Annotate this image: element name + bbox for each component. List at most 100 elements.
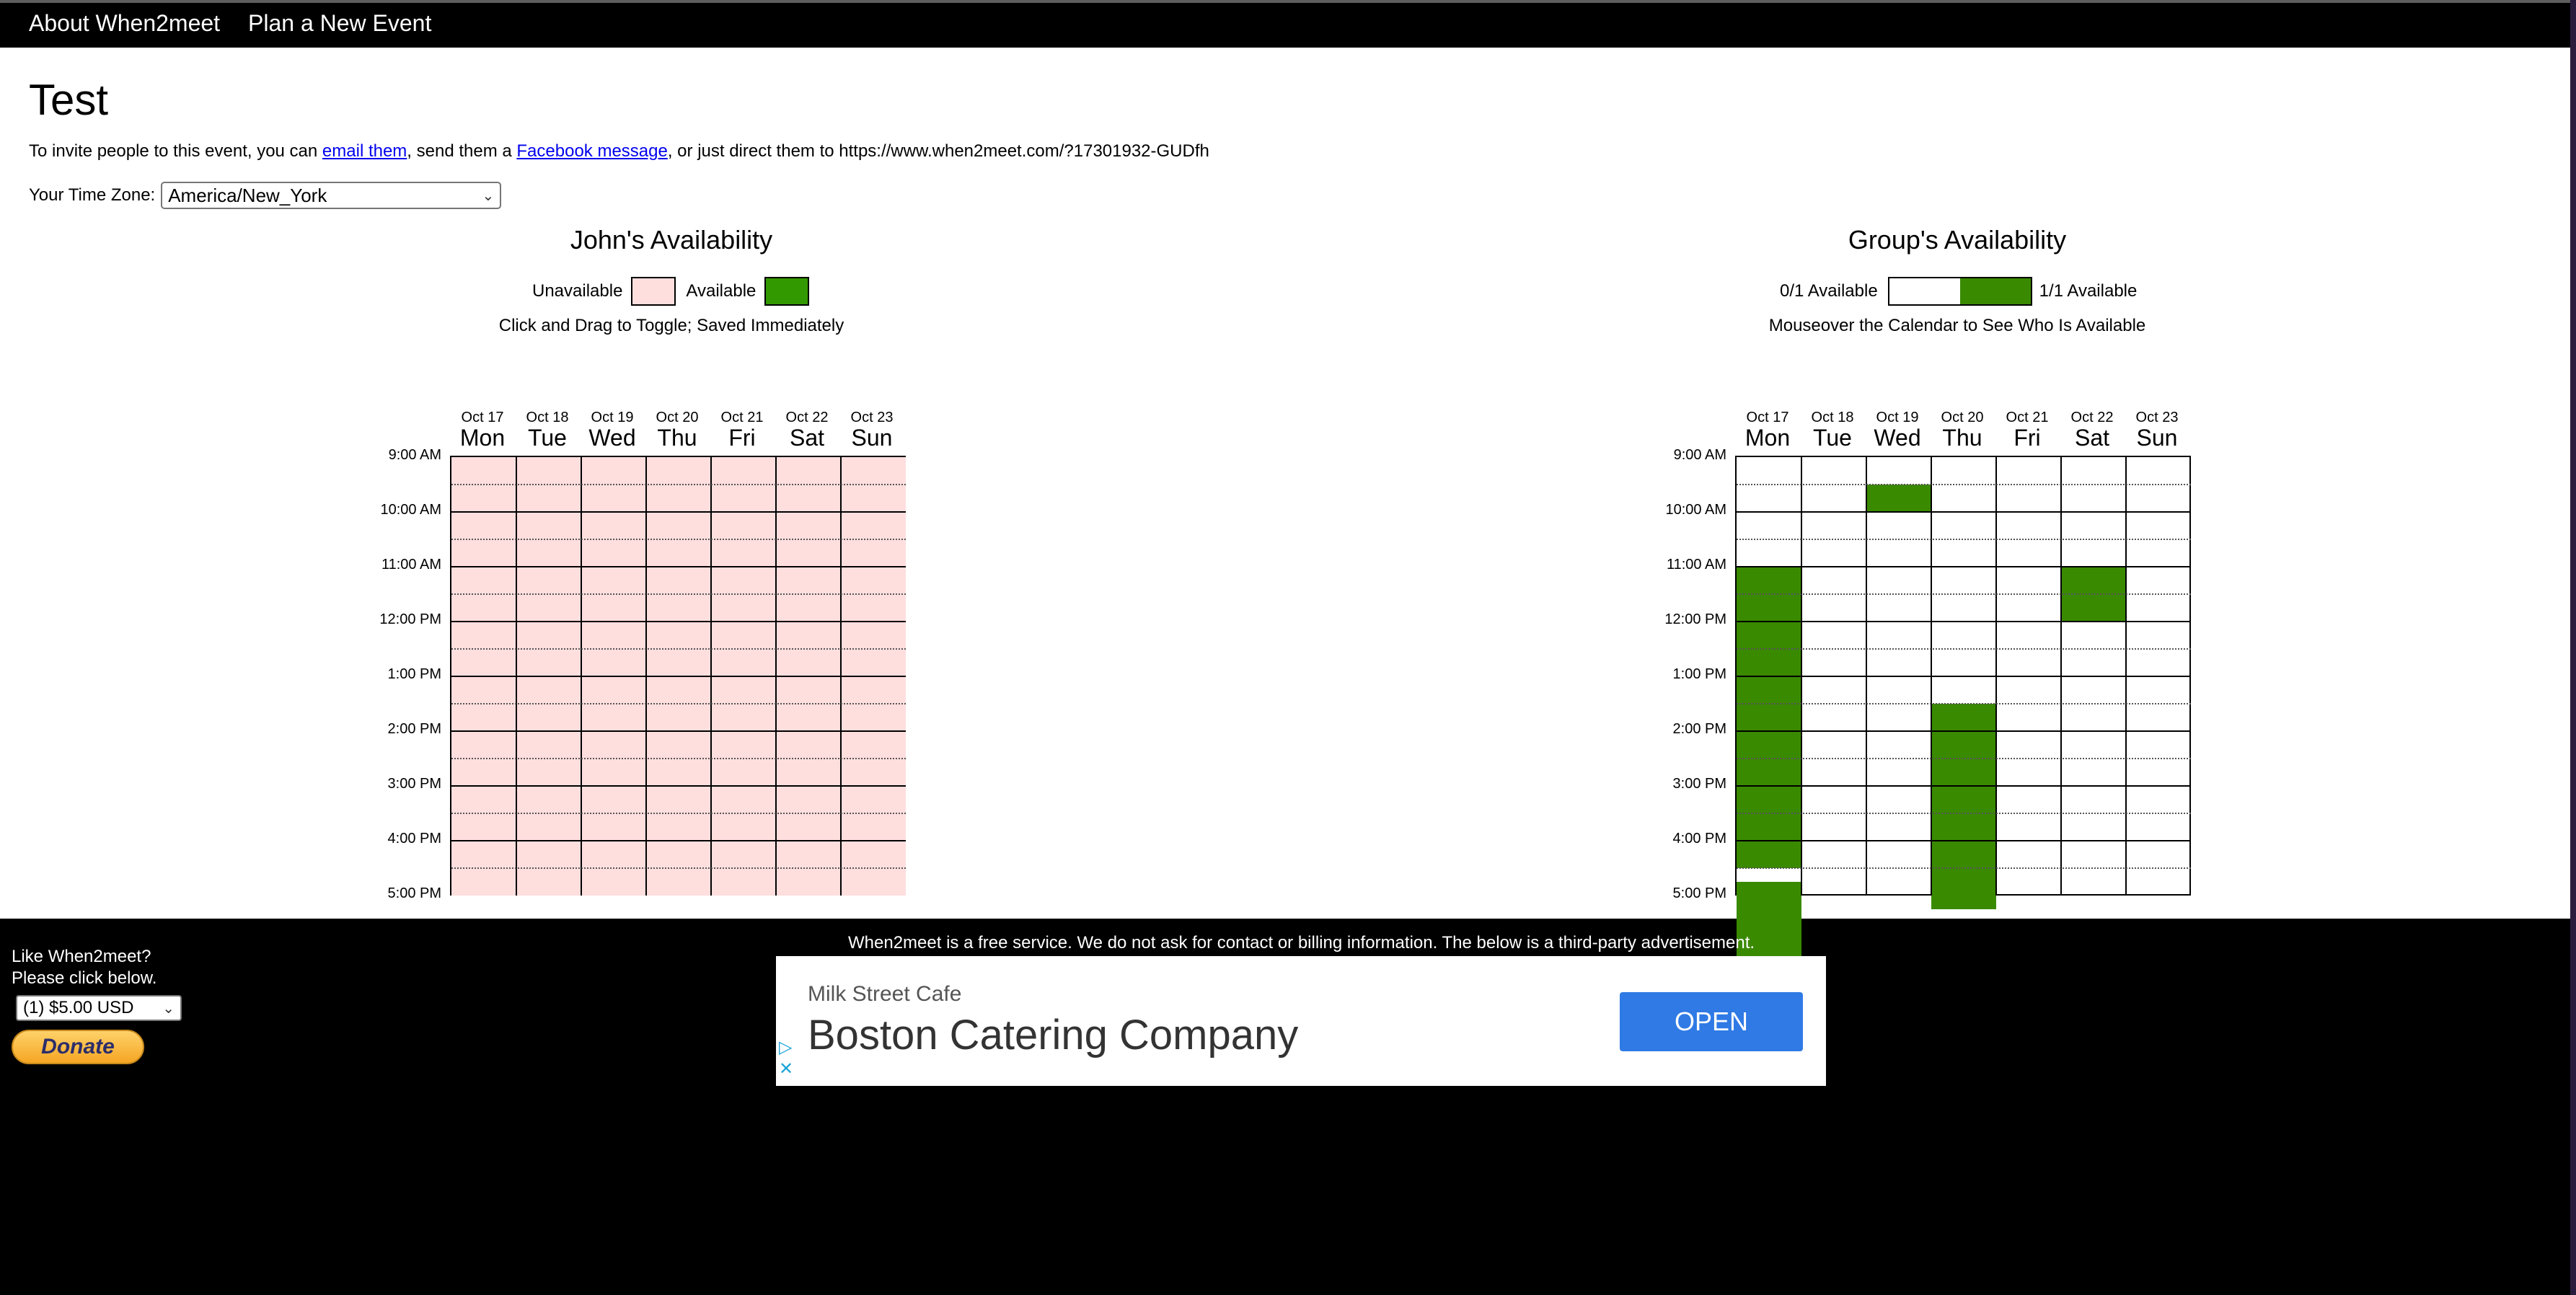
window-edge: [2570, 0, 2576, 1295]
grid-row-divider: [1737, 676, 2191, 677]
day-date: Oct 20: [656, 410, 699, 425]
donation-amount-value: (1) $5.00 USD: [23, 998, 134, 1017]
group-availability-grid[interactable]: [1735, 456, 2191, 1005]
grid-row-divider: [451, 593, 906, 595]
day-header-tue: Oct 18 Tue: [1800, 410, 1865, 450]
day-header-mon: Oct 17 Mon: [1735, 410, 1800, 450]
group-max-label: 1/1 Available: [2039, 281, 2138, 301]
personal-legend: Unavailable Available: [532, 277, 810, 306]
time-label: 9:00 AM: [388, 447, 441, 463]
day-date: Oct 20: [1941, 410, 1984, 425]
nav-plan-link[interactable]: Plan a New Event: [248, 10, 431, 37]
day-weekday: Tue: [1813, 425, 1852, 451]
advertisement[interactable]: Milk Street Cafe Boston Catering Company…: [776, 956, 1826, 1086]
ad-open-button[interactable]: OPEN: [1620, 992, 1803, 1051]
ad-notice: When2meet is a free service. We do not a…: [848, 933, 1755, 953]
time-label: 2:00 PM: [1672, 721, 1726, 737]
day-date: Oct 23: [2135, 410, 2179, 425]
grid-row-divider: [451, 730, 906, 732]
grid-row-divider: [1737, 648, 2191, 650]
group-title: Group's Availability: [1848, 225, 2067, 255]
grid-row-divider: [451, 511, 906, 513]
day-header-fri: Oct 21 Fri: [710, 410, 775, 450]
timezone-row: Your Time Zone: America/New_York ⌄: [29, 182, 502, 209]
invite-middle: , send them a: [407, 141, 517, 161]
day-header-fri: Oct 21 Fri: [1995, 410, 2060, 450]
group-legend: 0/1 Available 1/1 Available: [1780, 277, 2137, 306]
day-weekday: Thu: [657, 425, 697, 451]
day-header-thu: Oct 20 Thu: [1930, 410, 1995, 450]
grid-row-divider: [1737, 867, 2191, 869]
grid-row-divider: [451, 648, 906, 650]
donation-amount-select[interactable]: (1) $5.00 USD ⌄: [16, 995, 182, 1021]
personal-title: John's Availability: [570, 225, 773, 255]
available-slot-thu[interactable]: [1931, 704, 1996, 909]
nav-about-link[interactable]: About When2meet: [29, 10, 220, 37]
grid-row-divider: [1737, 539, 2191, 540]
time-label: 10:00 AM: [1665, 502, 1726, 518]
donate-prompt-line2: Please click below.: [12, 968, 157, 988]
grid-row-divider: [451, 813, 906, 814]
day-header-sat: Oct 22 Sat: [2060, 410, 2125, 450]
day-header-sat: Oct 22 Sat: [775, 410, 839, 450]
timezone-value: America/New_York: [168, 184, 327, 206]
grid-row-divider: [1737, 730, 2191, 732]
available-slot-wed[interactable]: [1866, 485, 1931, 512]
day-weekday: Wed: [1874, 425, 1921, 451]
available-swatch: [764, 277, 810, 306]
time-label: 12:00 PM: [1664, 611, 1726, 627]
email-link[interactable]: email them: [322, 141, 407, 161]
grid-row-divider: [451, 758, 906, 759]
grid-row-divider: [451, 621, 906, 622]
grid-row-divider: [1737, 785, 2191, 787]
personal-availability-grid[interactable]: [450, 456, 906, 896]
grid-row-divider: [451, 484, 906, 485]
day-weekday: Mon: [459, 425, 506, 451]
grid-row-divider: [451, 539, 906, 540]
grid-row-divider: [451, 676, 906, 677]
grid-row-divider: [1737, 813, 2191, 814]
time-label: 1:00 PM: [1672, 666, 1726, 682]
grid-row-divider: [451, 566, 906, 567]
page-title: Test: [29, 76, 109, 124]
time-label: 4:00 PM: [1672, 831, 1726, 847]
group-min-label: 0/1 Available: [1780, 281, 1878, 301]
timezone-label: Your Time Zone:: [29, 185, 156, 205]
personal-hint: Click and Drag to Toggle; Saved Immediat…: [498, 316, 844, 335]
top-nav: About When2meet Plan a New Event: [0, 0, 2570, 48]
day-date: Oct 22: [2070, 410, 2114, 425]
day-weekday: Fri: [728, 425, 756, 451]
grid-row-divider: [451, 840, 906, 841]
invite-suffix: , or just direct them to https://www.whe…: [667, 141, 1209, 161]
day-weekday: Fri: [2013, 425, 2041, 451]
grid-row-divider: [1737, 511, 2191, 513]
day-weekday: Sun: [851, 425, 893, 451]
ad-choices-icon[interactable]: ▷ ✕: [779, 1037, 793, 1080]
grid-row-divider: [1737, 621, 2191, 622]
event-content: Test To invite people to this event, you…: [0, 48, 2570, 1005]
facebook-link[interactable]: Facebook message: [516, 141, 667, 161]
day-header-tue: Oct 18 Tue: [515, 410, 580, 450]
time-label: 10:00 AM: [380, 502, 441, 518]
day-header-mon: Oct 17 Mon: [450, 410, 515, 450]
time-label: 9:00 AM: [1673, 447, 1726, 463]
day-date: Oct 23: [850, 410, 894, 425]
available-slot-mon[interactable]: [1737, 567, 1801, 868]
donate-button[interactable]: Donate: [12, 1030, 144, 1064]
donate-prompt-line1: Like When2meet?: [12, 947, 151, 966]
day-date: Oct 21: [2006, 410, 2049, 425]
day-weekday: Sat: [789, 425, 825, 451]
day-date: Oct 21: [720, 410, 764, 425]
chevron-down-icon: ⌄: [482, 187, 495, 204]
timezone-select[interactable]: America/New_York ⌄: [161, 182, 502, 209]
time-label: 4:00 PM: [387, 831, 441, 847]
grid-row-divider: [451, 703, 906, 704]
unavailable-swatch: [631, 277, 676, 306]
day-weekday: Wed: [588, 425, 636, 451]
time-label: 3:00 PM: [1672, 776, 1726, 792]
time-label: 11:00 AM: [381, 557, 441, 573]
day-weekday: Sat: [2074, 425, 2110, 451]
ad-headline: Boston Catering Company: [808, 1012, 1299, 1058]
day-date: Oct 18: [526, 410, 569, 425]
time-label: 1:00 PM: [387, 666, 441, 682]
